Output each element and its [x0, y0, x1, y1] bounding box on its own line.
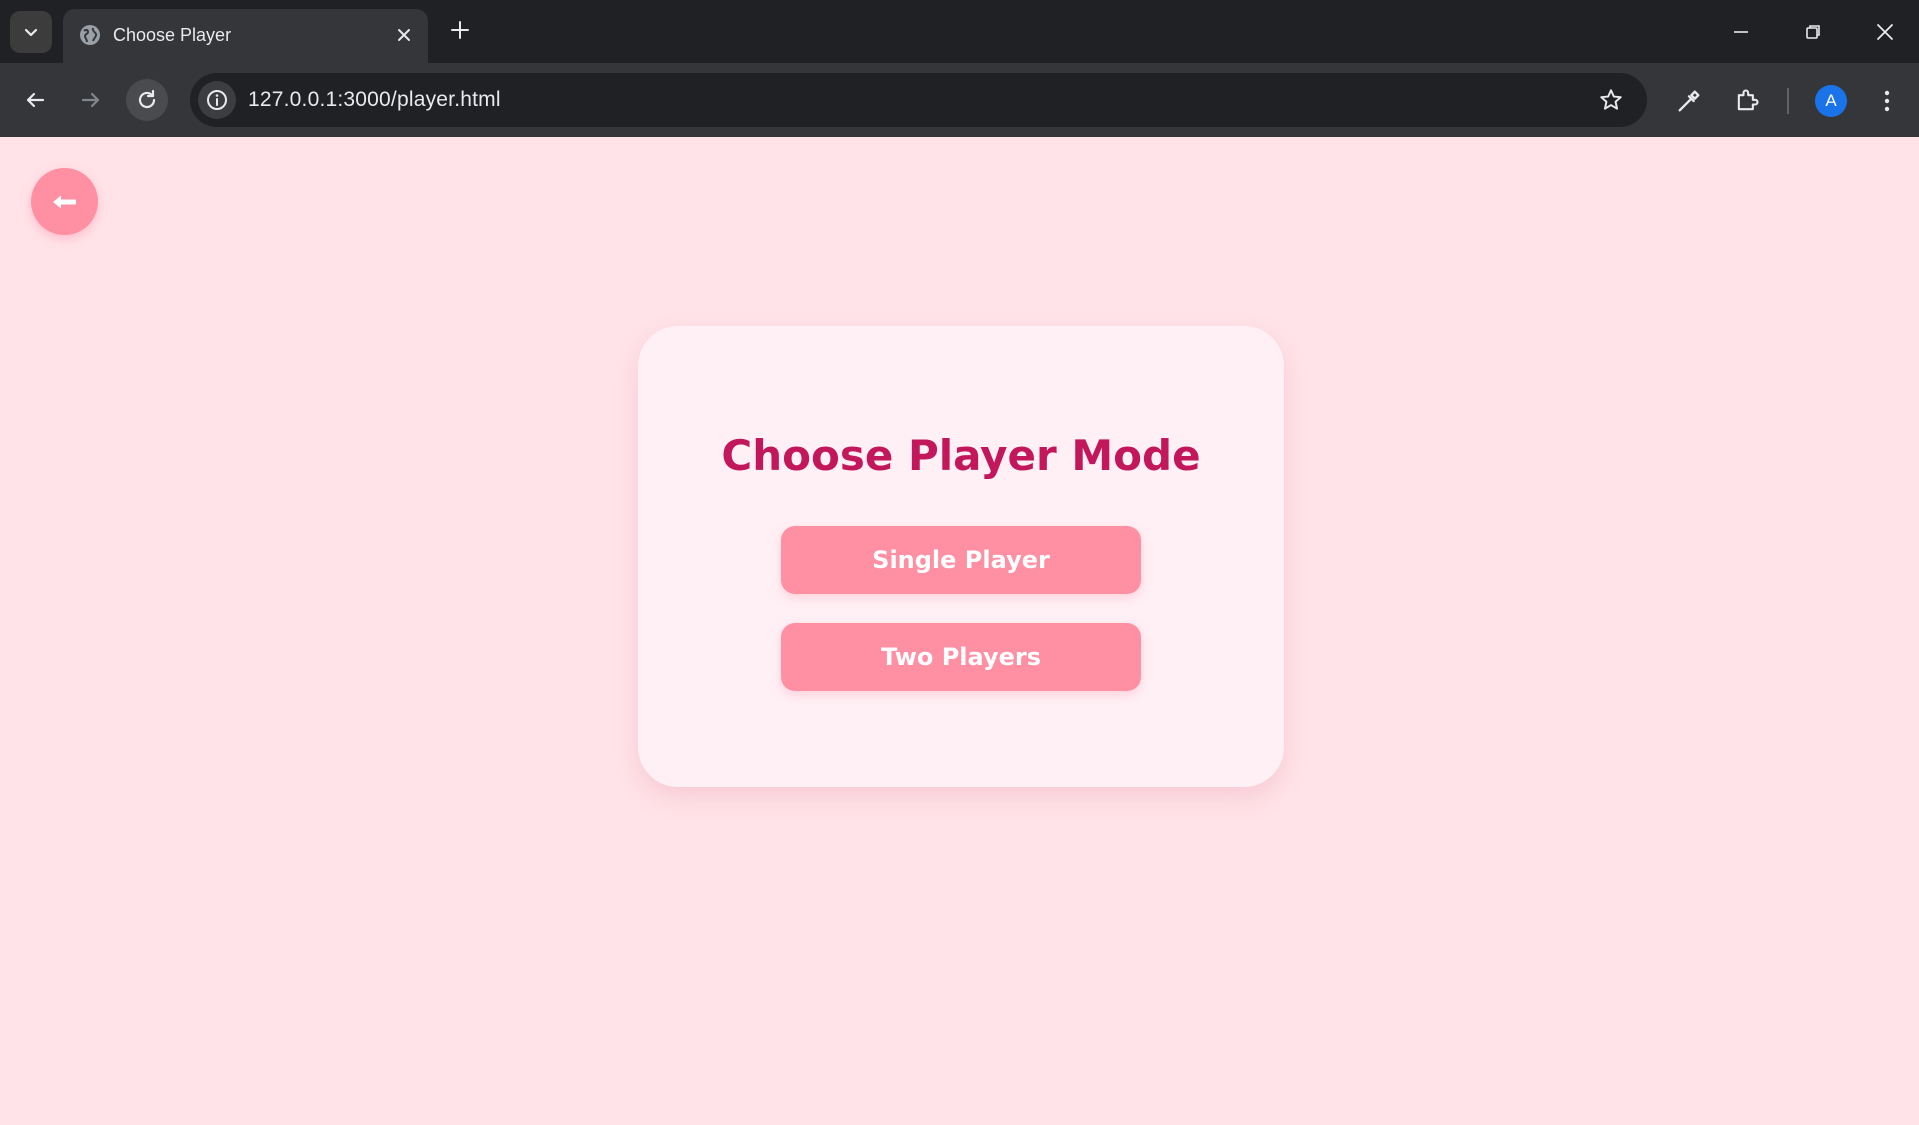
- forward-nav-button[interactable]: [70, 79, 112, 121]
- mode-card: Choose Player Mode Single Player Two Pla…: [638, 326, 1284, 787]
- close-window-button[interactable]: [1867, 14, 1903, 50]
- star-icon: [1600, 89, 1622, 110]
- browser-window: Choose Player 127.0.0.1:3000/player.html…: [0, 0, 1919, 1125]
- toolbar-separator: [1787, 88, 1789, 114]
- info-icon: [207, 90, 227, 110]
- page-content: Choose Player Mode Single Player Two Pla…: [0, 137, 1919, 1125]
- tab-strip: Choose Player: [0, 0, 1919, 63]
- new-tab-button[interactable]: [446, 16, 474, 44]
- minimize-button[interactable]: [1723, 14, 1759, 50]
- menu-button[interactable]: [1871, 85, 1903, 117]
- site-info-button[interactable]: [198, 81, 236, 119]
- reload-button[interactable]: [126, 79, 168, 121]
- plus-icon: [451, 21, 469, 39]
- back-button[interactable]: [31, 168, 98, 235]
- page-title: Choose Player Mode: [721, 431, 1201, 480]
- close-icon: [1877, 24, 1893, 40]
- kebab-menu-icon: [1884, 90, 1890, 112]
- chevron-down-icon: [24, 28, 38, 37]
- url-text[interactable]: 127.0.0.1:3000/player.html: [248, 86, 501, 114]
- extensions-button[interactable]: [1731, 85, 1763, 117]
- back-nav-button[interactable]: [14, 79, 56, 121]
- profile-avatar[interactable]: A: [1815, 85, 1847, 117]
- restore-icon: [1806, 25, 1820, 39]
- puzzle-icon: [1737, 89, 1759, 111]
- reload-icon: [138, 89, 156, 109]
- eyedropper-icon: [1678, 90, 1700, 112]
- address-bar[interactable]: 127.0.0.1:3000/player.html: [190, 73, 1647, 127]
- tab-title: Choose Player: [113, 25, 232, 45]
- globe-icon: [80, 25, 100, 45]
- tab-close-button[interactable]: [392, 23, 416, 47]
- eyedropper-button[interactable]: [1673, 85, 1705, 117]
- two-players-button[interactable]: Two Players: [781, 623, 1141, 691]
- tab-search-button[interactable]: [10, 11, 52, 53]
- arrow-right-icon: [81, 92, 100, 108]
- arrow-left-icon: [26, 92, 45, 108]
- tab-active[interactable]: Choose Player: [63, 9, 428, 63]
- restore-button[interactable]: [1795, 14, 1831, 50]
- bookmark-button[interactable]: [1597, 86, 1625, 114]
- minimize-icon: [1734, 31, 1748, 33]
- arrow-left-icon: [52, 195, 76, 208]
- single-player-button[interactable]: Single Player: [781, 526, 1141, 594]
- browser-toolbar: 127.0.0.1:3000/player.html A: [0, 63, 1919, 137]
- close-icon: [398, 29, 410, 41]
